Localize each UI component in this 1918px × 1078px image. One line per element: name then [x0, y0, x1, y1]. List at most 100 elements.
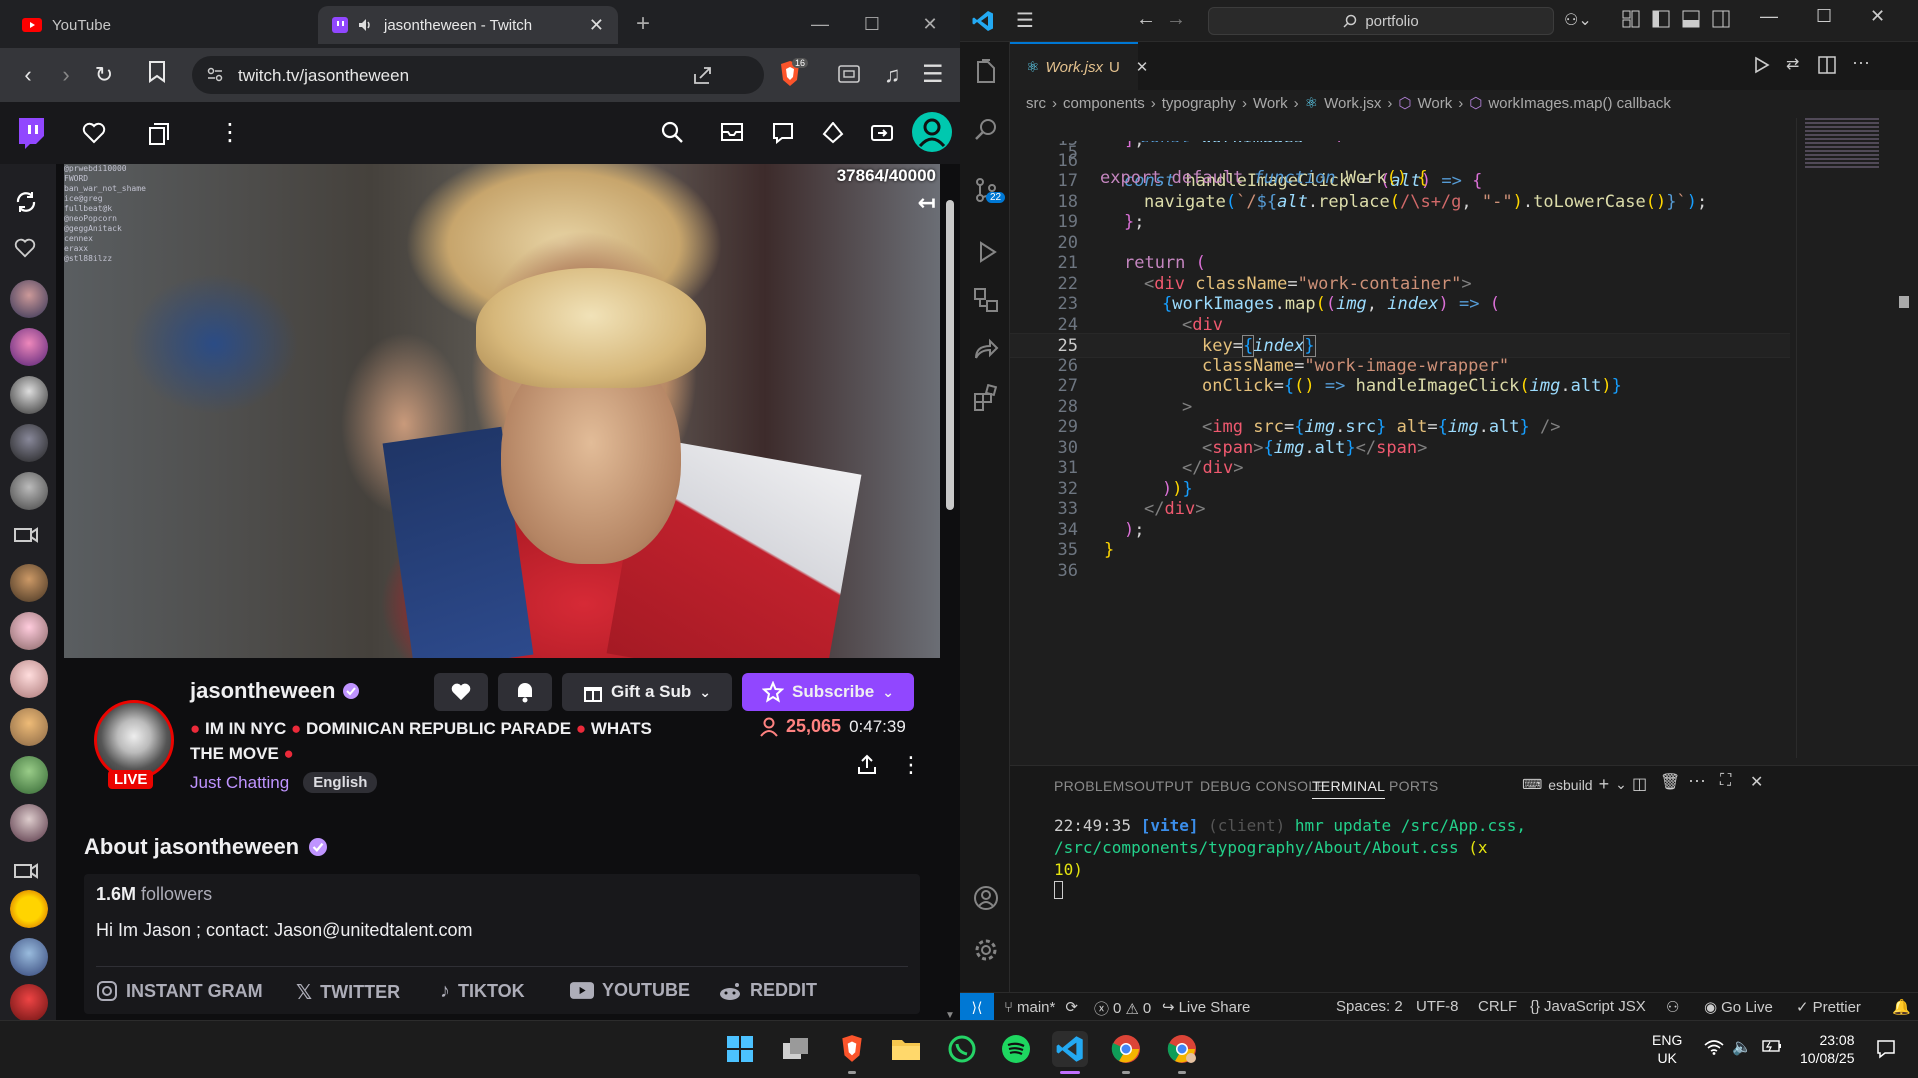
- git-branch[interactable]: ⑂ main* ⟳: [1004, 998, 1078, 1017]
- social-link-tiktok[interactable]: ♪ TIKTOK: [440, 980, 525, 1003]
- followed-channel-avatar[interactable]: [10, 472, 48, 510]
- terminal-output[interactable]: 22:49:35 [vite] (client) hmr update /src…: [1054, 815, 1892, 905]
- followed-channel-avatar[interactable]: [10, 376, 48, 414]
- eol-status[interactable]: CRLF: [1478, 998, 1517, 1015]
- live-share-icon[interactable]: [972, 336, 1000, 364]
- volume-icon[interactable]: 🔈: [1732, 1037, 1752, 1057]
- reader-mode-icon[interactable]: [838, 64, 860, 84]
- new-terminal-icon[interactable]: +: [1599, 774, 1610, 795]
- close-tab-icon[interactable]: ✕: [1136, 58, 1149, 76]
- streamer-name[interactable]: jasontheween: [190, 678, 335, 704]
- vscode-taskbar-icon[interactable]: [1052, 1031, 1088, 1067]
- chevron-down-icon[interactable]: ⌄: [1615, 776, 1627, 793]
- battery-icon[interactable]: [1762, 1039, 1782, 1053]
- extensions-icon[interactable]: [972, 384, 1000, 412]
- sticky-scroll-line[interactable]: 5 export default function Work() {: [1010, 116, 1790, 188]
- file-explorer-icon[interactable]: [888, 1031, 924, 1067]
- command-center-search[interactable]: portfolio: [1208, 7, 1554, 35]
- more-options-icon[interactable]: ⋮: [900, 752, 922, 778]
- source-control-icon[interactable]: 22: [972, 176, 1006, 204]
- breadcrumb-item[interactable]: Work: [1253, 95, 1288, 112]
- bits-icon[interactable]: [822, 122, 844, 144]
- followed-channel-avatar[interactable]: [10, 984, 48, 1020]
- subscribe-button[interactable]: Subscribe ⌄: [742, 673, 914, 711]
- task-view-icon[interactable]: [778, 1031, 814, 1067]
- search-view-icon[interactable]: [972, 116, 1000, 144]
- following-heart-icon[interactable]: [82, 122, 106, 144]
- breadcrumb-item[interactable]: Work.jsx: [1324, 95, 1381, 112]
- maximize-icon[interactable]: ☐: [852, 10, 892, 38]
- panel-tab-ports[interactable]: PORTS: [1389, 778, 1438, 794]
- panel-tab-output[interactable]: OUTPUT: [1134, 778, 1193, 794]
- nav-back-icon[interactable]: ←: [1136, 8, 1156, 31]
- tab-youtube[interactable]: YouTube: [8, 6, 308, 44]
- language-mode[interactable]: {} JavaScript JSX: [1530, 998, 1646, 1015]
- clock[interactable]: 23:08 10/08/25: [1800, 1031, 1855, 1067]
- chrome-icon[interactable]: [1108, 1031, 1144, 1067]
- tab-work-jsx[interactable]: ⚛ Work.jsx U ✕: [1010, 42, 1148, 90]
- social-link-instagram[interactable]: INSTANT GRAM: [96, 980, 263, 1002]
- panel-tab-terminal[interactable]: TERMINAL: [1312, 778, 1386, 799]
- breadcrumb-item[interactable]: Work: [1417, 95, 1452, 112]
- search-icon[interactable]: [660, 120, 684, 144]
- remote-explorer-icon[interactable]: [972, 286, 1000, 314]
- user-avatar[interactable]: [912, 112, 952, 152]
- inbox-icon[interactable]: [720, 122, 744, 142]
- social-link-twitter[interactable]: 𝕏 TWITTER: [296, 980, 400, 1005]
- followed-channel-avatar[interactable]: [10, 564, 48, 602]
- whispers-icon[interactable]: [772, 122, 794, 144]
- explorer-icon[interactable]: [972, 58, 1000, 86]
- close-window-icon[interactable]: ✕: [910, 10, 950, 38]
- share-stream-icon[interactable]: [856, 754, 878, 776]
- problems-indicator[interactable]: ⓧ 0 ⚠ 0: [1094, 998, 1151, 1019]
- encoding-status[interactable]: UTF-8: [1416, 998, 1459, 1015]
- code-line[interactable]: 36: [1010, 559, 1790, 584]
- hamburger-menu-icon[interactable]: ☰: [1016, 8, 1034, 33]
- browse-icon[interactable]: [148, 122, 170, 146]
- followed-heart-icon[interactable]: [14, 238, 36, 258]
- bookmark-icon[interactable]: [148, 61, 176, 89]
- social-link-reddit[interactable]: REDDIT: [718, 980, 817, 1001]
- language-tag[interactable]: English: [303, 772, 378, 793]
- minimize-icon[interactable]: —: [1760, 6, 1778, 27]
- live-share-status[interactable]: ↪ Live Share: [1162, 998, 1250, 1017]
- breadcrumb-item[interactable]: typography: [1162, 95, 1236, 112]
- followed-channel-avatar[interactable]: [10, 938, 48, 976]
- go-live-status[interactable]: ◉ Go Live: [1704, 998, 1773, 1017]
- toggle-primary-sidebar-icon[interactable]: [1652, 10, 1670, 28]
- code-editor[interactable]: 5 export default function Work() { 8 con…: [1010, 116, 1790, 758]
- copilot-icon[interactable]: ⚇⌄: [1564, 10, 1592, 30]
- followed-channel-avatar[interactable]: [10, 328, 48, 366]
- trash-icon[interactable]: 🗑: [1660, 772, 1680, 792]
- split-terminal-icon[interactable]: ◫: [1632, 774, 1647, 794]
- video-camera-icon[interactable]: [14, 862, 38, 880]
- follow-heart-button[interactable]: [434, 673, 488, 711]
- close-panel-icon[interactable]: ✕: [1750, 772, 1763, 792]
- brave-shields-icon[interactable]: 16: [778, 58, 809, 88]
- collapse-chat-icon[interactable]: ↤: [918, 190, 936, 216]
- address-bar[interactable]: twitch.tv/jasontheween: [192, 56, 764, 94]
- spotify-icon[interactable]: [998, 1031, 1034, 1067]
- compare-changes-icon[interactable]: ⇄: [1786, 54, 1799, 74]
- prettier-status[interactable]: ✓ Prettier: [1796, 998, 1861, 1017]
- nav-forward-icon[interactable]: →: [1166, 8, 1186, 31]
- scroll-down-icon[interactable]: ▼: [945, 1010, 955, 1020]
- remote-indicator-icon[interactable]: ⟩⟨: [960, 993, 994, 1020]
- wifi-icon[interactable]: [1704, 1039, 1724, 1055]
- page-scrollbar[interactable]: [946, 200, 954, 510]
- input-language[interactable]: ENG UK: [1652, 1031, 1682, 1067]
- maximize-panel-icon[interactable]: ⛶: [1720, 772, 1731, 790]
- streamer-avatar[interactable]: [94, 700, 174, 780]
- terminal-selector[interactable]: ⌨ esbuild + ⌄: [1522, 774, 1627, 795]
- run-debug-icon[interactable]: [972, 238, 1000, 266]
- close-tab-icon[interactable]: ✕: [589, 15, 604, 36]
- followed-channel-avatar[interactable]: [10, 890, 48, 928]
- followed-channel-avatar[interactable]: [10, 660, 48, 698]
- followed-channel-avatar[interactable]: [10, 756, 48, 794]
- minimap[interactable]: [1796, 118, 1909, 758]
- video-player[interactable]: @prwebdi10000 FWORD ban_war_not_shame ic…: [64, 164, 940, 658]
- gift-sub-button[interactable]: Gift a Sub ⌄: [562, 673, 732, 711]
- followed-channel-avatar[interactable]: [10, 424, 48, 462]
- notifications-bell-icon[interactable]: 🔔: [1892, 998, 1911, 1016]
- category-link[interactable]: Just Chatting: [190, 773, 289, 793]
